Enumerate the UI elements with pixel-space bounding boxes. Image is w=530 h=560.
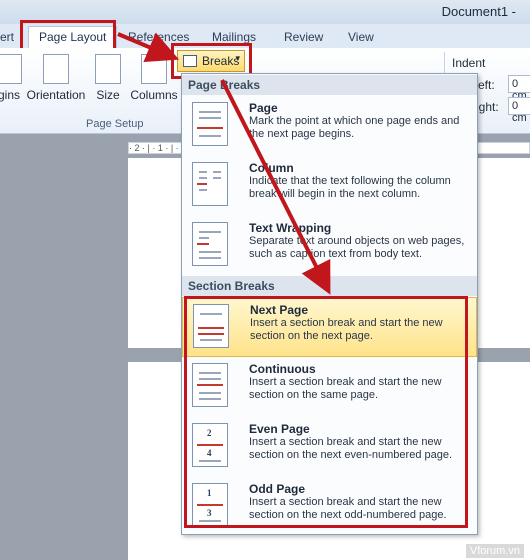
tab-review[interactable]: Review [284, 30, 323, 44]
page-setup-group-label: Page Setup [86, 118, 144, 130]
orientation-button[interactable]: Orientation [24, 54, 88, 102]
menu-item-text-wrapping[interactable]: Text Wrapping Separate text around objec… [182, 216, 477, 276]
margins-button[interactable]: gins [0, 54, 24, 102]
size-icon [95, 54, 121, 84]
indent-right-label: ight: [476, 100, 499, 114]
tab-insert[interactable]: ert [0, 30, 14, 44]
menu-item-description: Indicate that the text following the col… [249, 175, 451, 200]
size-label: Size [96, 88, 120, 102]
menu-item-title: Column [249, 161, 294, 175]
tab-mailings[interactable]: Mailings [212, 30, 256, 44]
indent-left-label: eft: [478, 78, 495, 92]
section-breaks-header: Section Breaks [182, 276, 477, 296]
tab-references[interactable]: References [128, 30, 189, 44]
orientation-icon [43, 54, 69, 84]
menu-item-description: Mark the point at which one page ends an… [249, 115, 460, 140]
window-title: Document1 - [441, 4, 516, 19]
menu-item-page[interactable]: Page Mark the point at which one page en… [182, 96, 477, 156]
page-breaks-header: Page Breaks [182, 75, 477, 95]
menu-item-title: Text Wrapping [249, 221, 332, 235]
menu-item-column[interactable]: Column Indicate that the text following … [182, 156, 477, 216]
indent-right-field[interactable]: 0 cm [508, 97, 530, 124]
indent-left-field[interactable]: 0 cm [508, 75, 530, 102]
columns-label: Columns [130, 88, 178, 102]
column-break-icon [192, 162, 228, 206]
orientation-label: Orientation [26, 88, 86, 102]
menu-item-description: Separate text around objects on web page… [249, 235, 465, 260]
watermark: Vforum.vn [465, 544, 524, 558]
tab-view[interactable]: View [348, 30, 374, 44]
text-wrapping-icon [192, 222, 228, 266]
margins-icon [0, 54, 22, 84]
indent-label: Indent [452, 56, 486, 70]
size-button[interactable]: Size [94, 54, 122, 102]
page-break-icon [192, 102, 228, 146]
margins-label: gins [0, 88, 20, 102]
columns-icon [141, 54, 167, 84]
section-breaks-highlight [184, 296, 468, 528]
menu-item-title: Page [249, 101, 278, 115]
